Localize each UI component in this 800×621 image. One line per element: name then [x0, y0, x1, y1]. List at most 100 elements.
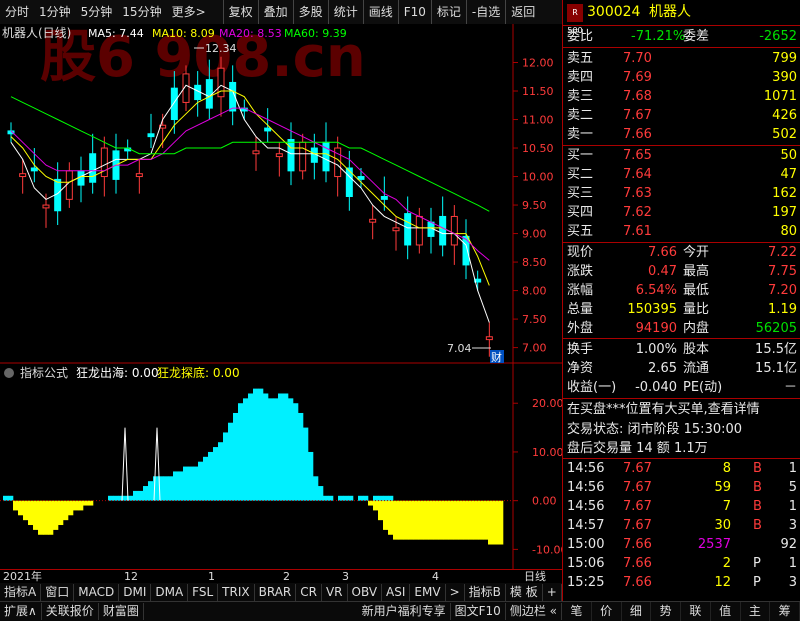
indicator-chart[interactable]: 20.00 10.00 0.00 -10.00 指标公式 狂龙出海: 0.00 狂龙探… [0, 364, 562, 569]
ask-volume: 390 [772, 70, 797, 85]
quote-row: 14:56 7.67 7 B 1 [563, 498, 800, 516]
stock-legend-name: 机器人(日线) [2, 26, 71, 40]
ask-price: 7.67 [623, 108, 652, 123]
indicator-tab[interactable]: > [446, 583, 465, 601]
draw-line-button[interactable]: 画线 [362, 0, 398, 24]
quote-row: 卖一 7.66 502 [563, 126, 800, 144]
indicator-tab[interactable]: TRIX [218, 583, 255, 601]
indicator-tab[interactable]: 模 板 [506, 583, 543, 601]
candle-body [415, 215, 423, 246]
bar-kuanglong-chuhai [133, 490, 139, 501]
bar-kuanglong-chuhai [293, 403, 299, 501]
sidebar-toggle[interactable]: 侧边栏 « [506, 603, 562, 620]
indicator-tab[interactable]: DMA [151, 583, 189, 601]
indicator-tab[interactable]: 指标A [0, 583, 42, 601]
bar-kuanglong-chuhai [323, 495, 329, 501]
quote-row: 现价 7.66 今开 7.22 [563, 244, 800, 262]
tab-5min[interactable]: 5分钟 [76, 0, 118, 24]
expand-button[interactable]: 扩展∧ [0, 603, 42, 620]
candle-body [299, 141, 307, 172]
indicator-tab[interactable]: 窗口 [41, 583, 75, 601]
indicator-tab[interactable]: DMI [119, 583, 152, 601]
f10-button[interactable]: F10 [397, 0, 431, 24]
quote-tab[interactable]: 价 [592, 602, 622, 621]
quote-tab[interactable]: 主 [741, 602, 771, 621]
promo-link[interactable]: 新用户福利专享 [358, 603, 451, 620]
indicator-tab[interactable]: + [543, 583, 562, 601]
quote-tab[interactable]: 值 [711, 602, 741, 621]
multi-stock-button[interactable]: 多股 [292, 0, 328, 24]
bar-kuanglong-chuhai [348, 495, 354, 501]
quote-row: 买四 7.62 197 [563, 204, 800, 222]
big-order-notice[interactable]: 在买盘***位置有大买单,查看详情 [567, 401, 760, 419]
quote-row: 换手 1.00% 股本 15.5亿 [563, 341, 800, 359]
quote-row: 买三 7.63 162 [563, 185, 800, 203]
indicator-tick-label: -10.00 [532, 543, 562, 556]
quote-tab[interactable]: 筹 [770, 602, 800, 621]
indicator-series-1: 狂龙出海: 0.00 [76, 365, 159, 380]
back-button[interactable]: 返回 [505, 0, 540, 24]
indicator-tab[interactable]: BRAR [255, 583, 297, 601]
bar-kuanglong-chuhai [243, 398, 249, 501]
fuquan-button[interactable]: 复权 [222, 0, 258, 24]
stats-button[interactable]: 统计 [327, 0, 363, 24]
bar-kuanglong-tandi [58, 500, 64, 526]
bar-kuanglong-tandi [473, 500, 479, 540]
overlay-button[interactable]: 叠加 [257, 0, 293, 24]
fund-value: 15.5亿 [755, 342, 797, 357]
bar-kuanglong-chuhai [258, 388, 264, 501]
bar-kuanglong-chuhai [163, 476, 169, 501]
tab-fenshi[interactable]: 分时 [0, 0, 34, 24]
quote-row: 涨跌 0.47 最高 7.75 [563, 263, 800, 281]
tab-1min[interactable]: 1分钟 [34, 0, 76, 24]
indicator-tab[interactable]: MACD [74, 583, 120, 601]
tick-volume: 30 [714, 518, 731, 533]
quote-tab[interactable]: 笔 [562, 602, 592, 621]
bar-kuanglong-chuhai [343, 495, 349, 501]
add-watchlist-button[interactable]: -自选 [465, 0, 505, 24]
candle-body [275, 153, 283, 158]
stat-value: 7.20 [768, 283, 797, 298]
stat-value: 7.75 [768, 264, 797, 279]
indicator-tab[interactable]: FSL [188, 583, 219, 601]
indicator-tab[interactable]: CR [296, 583, 322, 601]
bar-kuanglong-tandi [483, 500, 489, 540]
f10-graphic-link[interactable]: 图文F10 [451, 603, 506, 620]
ma20-legend: MA20: 8.53 [219, 27, 282, 40]
period-label: 日线 [524, 570, 546, 583]
indicator-tab[interactable]: OBV [348, 583, 383, 601]
bar-kuanglong-tandi [378, 500, 384, 521]
indicator-tab[interactable]: EMV [410, 583, 446, 601]
quote-row: 卖五 7.70 799 [563, 50, 800, 68]
ask-price: 7.66 [623, 127, 652, 142]
related-quotes-tab[interactable]: 关联报价 [42, 603, 99, 620]
quote-row: 买五 7.61 80 [563, 223, 800, 241]
quote-tab[interactable]: 势 [651, 602, 681, 621]
price-tick-label: 7.00 [522, 342, 547, 355]
indicator-tab[interactable]: ASI [382, 583, 411, 601]
indicator-tab[interactable]: VR [322, 583, 348, 601]
tick-price: 7.67 [623, 499, 652, 514]
quote-tab[interactable]: 细 [622, 602, 652, 621]
tick-price: 7.67 [623, 480, 652, 495]
candle-body [404, 213, 412, 246]
candle-body [65, 170, 73, 200]
more-periods-button[interactable]: 更多> [167, 0, 211, 24]
indicator-tick-label: 20.00 [532, 397, 562, 410]
bar-kuanglong-tandi [78, 500, 84, 511]
mark-button[interactable]: 标记 [430, 0, 466, 24]
bottom-bar: 扩展∧ 关联报价 财富圈 新用户福利专享 图文F10 侧边栏 « [0, 601, 562, 621]
fund-label: 净资 [567, 361, 594, 376]
indicator-legend: 指标公式 [20, 365, 68, 380]
bar-kuanglong-chuhai [208, 451, 214, 501]
bar-kuanglong-tandi [453, 500, 459, 540]
bar-kuanglong-chuhai [183, 466, 189, 501]
quote-tab[interactable]: 联 [681, 602, 711, 621]
tab-15min[interactable]: 15分钟 [117, 0, 166, 24]
indicator-tab[interactable]: 指标B [465, 583, 506, 601]
wealth-circle-tab[interactable]: 财富圈 [99, 603, 144, 620]
bid-price: 7.62 [623, 205, 652, 220]
candle-body [439, 215, 447, 246]
quote-row: 14:56 7.67 8 B 1 [563, 460, 800, 478]
kline-chart[interactable]: 股6 908.cn 12.0011.5011.0010.5010.009.509… [0, 24, 562, 364]
